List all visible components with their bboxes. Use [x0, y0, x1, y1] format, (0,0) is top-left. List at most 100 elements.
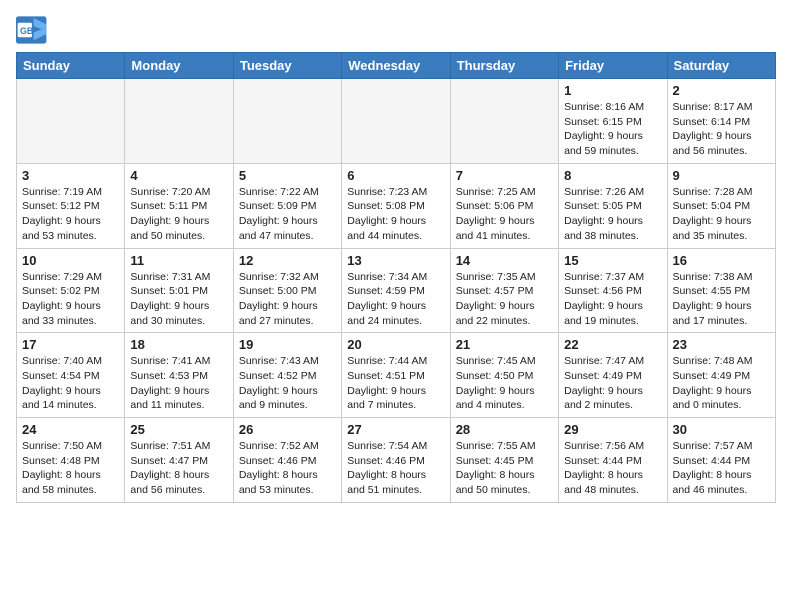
calendar-cell: 1 Sunrise: 8:16 AM Sunset: 6:15 PM Daylig…	[559, 79, 667, 164]
calendar-cell: 28Sunrise: 7:55 AM Sunset: 4:45 PM Dayli…	[450, 418, 558, 503]
day-number: 7	[456, 168, 553, 183]
calendar-cell	[450, 79, 558, 164]
day-info: Sunrise: 7:51 AM Sunset: 4:47 PM Dayligh…	[130, 439, 227, 498]
day-number: 22	[564, 337, 661, 352]
day-number: 13	[347, 253, 444, 268]
day-number: 9	[673, 168, 770, 183]
day-info: Sunrise: 7:52 AM Sunset: 4:46 PM Dayligh…	[239, 439, 336, 498]
day-number: 21	[456, 337, 553, 352]
week-row-5: 24 Sunrise: 7:50 AM Sunset: 4:48 PM Dayli…	[17, 418, 776, 503]
day-info: Sunrise: 7:35 AM Sunset: 4:57 PM Dayligh…	[456, 270, 553, 329]
week-row-4: 17 Sunrise: 7:40 AM Sunset: 4:54 PM Dayli…	[17, 333, 776, 418]
calendar-cell: 4 Sunrise: 7:20 AM Sunset: 5:11 PM Daylig…	[125, 163, 233, 248]
day-info: Sunrise: 8:16 AM Sunset: 6:15 PM Dayligh…	[564, 100, 661, 159]
calendar-cell: 21 Sunrise: 7:45 AM Sunset: 4:50 PM Dayli…	[450, 333, 558, 418]
calendar-cell: 25 Sunrise: 7:51 AM Sunset: 4:47 PM Dayli…	[125, 418, 233, 503]
weekday-header-saturday: Saturday	[667, 53, 775, 79]
day-info: Sunrise: 7:47 AM Sunset: 4:49 PM Dayligh…	[564, 354, 661, 413]
week-row-3: 10Sunrise: 7:29 AM Sunset: 5:02 PM Dayli…	[17, 248, 776, 333]
weekday-header-monday: Monday	[125, 53, 233, 79]
day-number: 27	[347, 422, 444, 437]
weekday-header-sunday: Sunday	[17, 53, 125, 79]
calendar-cell: 24 Sunrise: 7:50 AM Sunset: 4:48 PM Dayli…	[17, 418, 125, 503]
calendar-cell: 16 Sunrise: 7:38 AM Sunset: 4:55 PM Dayli…	[667, 248, 775, 333]
calendar-cell: 19 Sunrise: 7:43 AM Sunset: 4:52 PM Dayli…	[233, 333, 341, 418]
calendar-cell: 3 Sunrise: 7:19 AM Sunset: 5:12 PM Daylig…	[17, 163, 125, 248]
day-info: Sunrise: 7:20 AM Sunset: 5:11 PM Dayligh…	[130, 185, 227, 244]
day-number: 6	[347, 168, 444, 183]
day-info: Sunrise: 7:57 AM Sunset: 4:44 PM Dayligh…	[673, 439, 770, 498]
day-number: 11	[130, 253, 227, 268]
day-number: 4	[130, 168, 227, 183]
week-row-2: 3 Sunrise: 7:19 AM Sunset: 5:12 PM Daylig…	[17, 163, 776, 248]
calendar-cell: 30 Sunrise: 7:57 AM Sunset: 4:44 PM Dayli…	[667, 418, 775, 503]
day-number: 5	[239, 168, 336, 183]
weekday-header-wednesday: Wednesday	[342, 53, 450, 79]
day-info: Sunrise: 7:34 AM Sunset: 4:59 PM Dayligh…	[347, 270, 444, 329]
day-number: 2	[673, 83, 770, 98]
day-info: Sunrise: 7:22 AM Sunset: 5:09 PM Dayligh…	[239, 185, 336, 244]
day-info: Sunrise: 7:32 AM Sunset: 5:00 PM Dayligh…	[239, 270, 336, 329]
logo-icon: GB	[16, 16, 48, 44]
day-info: Sunrise: 7:31 AM Sunset: 5:01 PM Dayligh…	[130, 270, 227, 329]
calendar-cell: 6 Sunrise: 7:23 AM Sunset: 5:08 PM Daylig…	[342, 163, 450, 248]
day-number: 20	[347, 337, 444, 352]
calendar-cell: 14Sunrise: 7:35 AM Sunset: 4:57 PM Dayli…	[450, 248, 558, 333]
day-info: Sunrise: 7:44 AM Sunset: 4:51 PM Dayligh…	[347, 354, 444, 413]
day-number: 12	[239, 253, 336, 268]
day-info: Sunrise: 7:45 AM Sunset: 4:50 PM Dayligh…	[456, 354, 553, 413]
calendar-cell: 5 Sunrise: 7:22 AM Sunset: 5:09 PM Daylig…	[233, 163, 341, 248]
calendar-cell: 8 Sunrise: 7:26 AM Sunset: 5:05 PM Daylig…	[559, 163, 667, 248]
day-number: 28	[456, 422, 553, 437]
day-info: Sunrise: 7:40 AM Sunset: 4:54 PM Dayligh…	[22, 354, 119, 413]
day-number: 15	[564, 253, 661, 268]
day-info: Sunrise: 7:29 AM Sunset: 5:02 PM Dayligh…	[22, 270, 119, 329]
day-number: 3	[22, 168, 119, 183]
calendar-cell	[125, 79, 233, 164]
calendar-cell: 11 Sunrise: 7:31 AM Sunset: 5:01 PM Dayli…	[125, 248, 233, 333]
weekday-header-friday: Friday	[559, 53, 667, 79]
calendar-cell: 9 Sunrise: 7:28 AM Sunset: 5:04 PM Daylig…	[667, 163, 775, 248]
day-info: Sunrise: 7:23 AM Sunset: 5:08 PM Dayligh…	[347, 185, 444, 244]
day-number: 30	[673, 422, 770, 437]
day-number: 23	[673, 337, 770, 352]
calendar-cell: 12 Sunrise: 7:32 AM Sunset: 5:00 PM Dayli…	[233, 248, 341, 333]
day-number: 1	[564, 83, 661, 98]
calendar-cell: 15 Sunrise: 7:37 AM Sunset: 4:56 PM Dayli…	[559, 248, 667, 333]
day-number: 29	[564, 422, 661, 437]
calendar-cell: 20 Sunrise: 7:44 AM Sunset: 4:51 PM Dayli…	[342, 333, 450, 418]
calendar-cell: 29 Sunrise: 7:56 AM Sunset: 4:44 PM Dayli…	[559, 418, 667, 503]
calendar-cell	[17, 79, 125, 164]
day-info: Sunrise: 7:37 AM Sunset: 4:56 PM Dayligh…	[564, 270, 661, 329]
day-number: 16	[673, 253, 770, 268]
calendar-table: SundayMondayTuesdayWednesdayThursdayFrid…	[16, 52, 776, 503]
day-info: Sunrise: 7:25 AM Sunset: 5:06 PM Dayligh…	[456, 185, 553, 244]
day-number: 25	[130, 422, 227, 437]
calendar-cell: 7 Sunrise: 7:25 AM Sunset: 5:06 PM Daylig…	[450, 163, 558, 248]
day-info: Sunrise: 7:50 AM Sunset: 4:48 PM Dayligh…	[22, 439, 119, 498]
day-number: 19	[239, 337, 336, 352]
calendar-cell: 26 Sunrise: 7:52 AM Sunset: 4:46 PM Dayli…	[233, 418, 341, 503]
day-number: 8	[564, 168, 661, 183]
day-info: Sunrise: 7:28 AM Sunset: 5:04 PM Dayligh…	[673, 185, 770, 244]
svg-text:GB: GB	[20, 26, 33, 36]
day-info: Sunrise: 7:56 AM Sunset: 4:44 PM Dayligh…	[564, 439, 661, 498]
weekday-header-tuesday: Tuesday	[233, 53, 341, 79]
day-number: 17	[22, 337, 119, 352]
day-info: Sunrise: 7:48 AM Sunset: 4:49 PM Dayligh…	[673, 354, 770, 413]
day-info: Sunrise: 7:54 AM Sunset: 4:46 PM Dayligh…	[347, 439, 444, 498]
calendar-cell: 17 Sunrise: 7:40 AM Sunset: 4:54 PM Dayli…	[17, 333, 125, 418]
day-info: Sunrise: 7:26 AM Sunset: 5:05 PM Dayligh…	[564, 185, 661, 244]
week-row-1: 1 Sunrise: 8:16 AM Sunset: 6:15 PM Daylig…	[17, 79, 776, 164]
day-number: 26	[239, 422, 336, 437]
day-info: Sunrise: 7:19 AM Sunset: 5:12 PM Dayligh…	[22, 185, 119, 244]
calendar-cell: 23 Sunrise: 7:48 AM Sunset: 4:49 PM Dayli…	[667, 333, 775, 418]
day-info: Sunrise: 7:43 AM Sunset: 4:52 PM Dayligh…	[239, 354, 336, 413]
day-number: 24	[22, 422, 119, 437]
calendar-cell: 27 Sunrise: 7:54 AM Sunset: 4:46 PM Dayli…	[342, 418, 450, 503]
calendar-cell: 18Sunrise: 7:41 AM Sunset: 4:53 PM Dayli…	[125, 333, 233, 418]
weekday-header-thursday: Thursday	[450, 53, 558, 79]
calendar-cell	[233, 79, 341, 164]
day-info: Sunrise: 7:38 AM Sunset: 4:55 PM Dayligh…	[673, 270, 770, 329]
calendar-cell	[342, 79, 450, 164]
